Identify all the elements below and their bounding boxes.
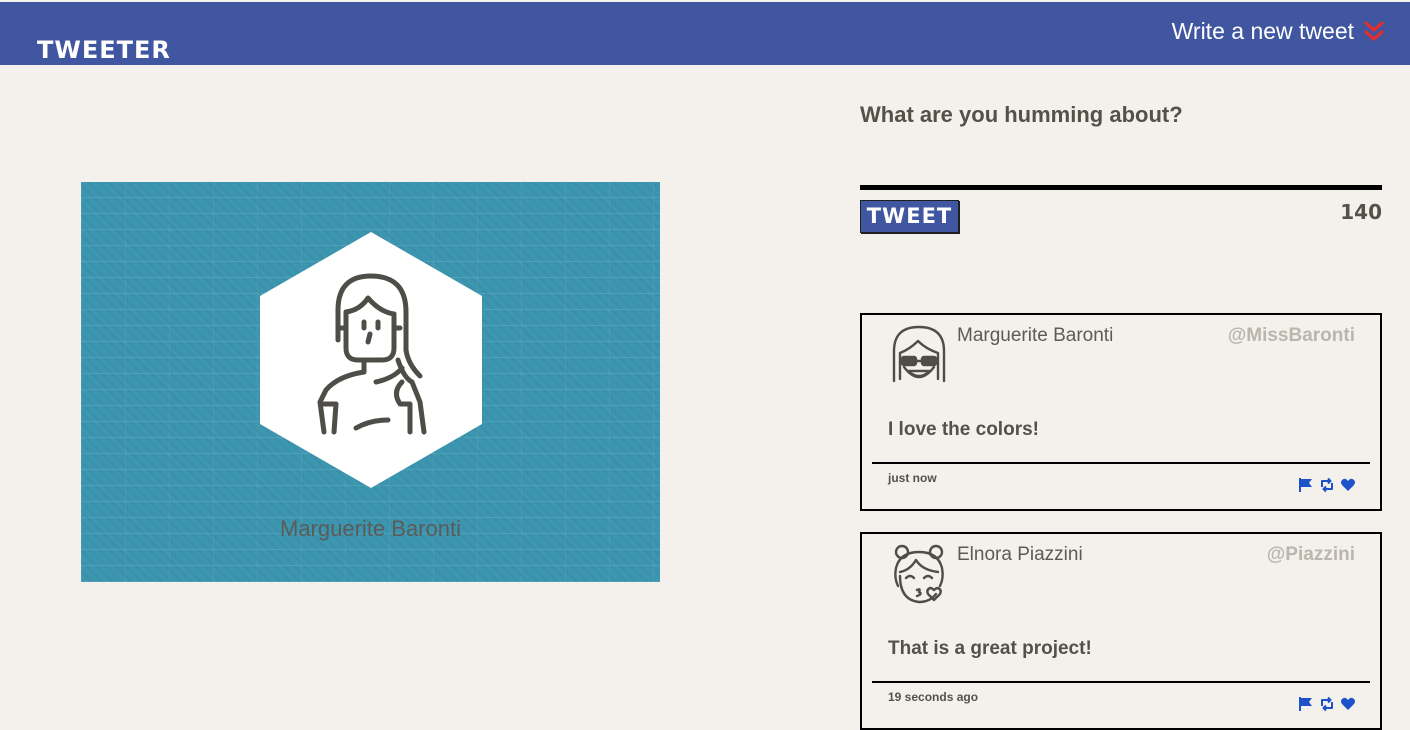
tweet-divider	[872, 462, 1370, 464]
tweet-actions	[1298, 696, 1356, 712]
tweet-card: Elnora Piazzini @Piazzini That is a grea…	[860, 532, 1382, 730]
user-avatar	[892, 325, 946, 383]
compose-section: What are you humming about? TWEET 140	[860, 100, 1382, 233]
profile-avatar	[260, 232, 482, 488]
tweet-divider	[872, 681, 1370, 683]
tweet-author-handle: @Piazzini	[1266, 544, 1355, 565]
tweet-actions	[1298, 477, 1356, 493]
tweet-timestamp: 19 seconds ago	[888, 690, 979, 704]
user-avatar	[894, 544, 944, 604]
profile-card: Marguerite Baronti	[81, 182, 660, 582]
tweet-text: I love the colors!	[888, 419, 1039, 440]
tweet-card: Marguerite Baronti @MissBaronti I love t…	[860, 313, 1382, 511]
tweet-submit-button[interactable]: TWEET	[860, 200, 959, 233]
write-new-tweet-button[interactable]: Write a new tweet	[1172, 18, 1386, 45]
tweet-text: That is a great project!	[888, 638, 1092, 659]
heart-icon[interactable]	[1340, 696, 1356, 712]
tweet-timestamp: just now	[888, 471, 937, 485]
tweet-text-input[interactable]	[860, 145, 1382, 190]
profile-name: Marguerite Baronti	[280, 516, 461, 541]
character-counter: 140	[1340, 200, 1382, 224]
flag-icon[interactable]	[1298, 477, 1314, 493]
compose-prompt: What are you humming about?	[860, 102, 1183, 127]
retweet-icon[interactable]	[1319, 696, 1335, 712]
tweet-author-name: Elnora Piazzini	[957, 544, 1083, 565]
tweet-author-handle: @MissBaronti	[1227, 325, 1355, 346]
double-chevron-down-icon[interactable]	[1362, 19, 1386, 45]
brand-logo[interactable]: TWEETER	[37, 36, 171, 64]
write-new-tweet-label[interactable]: Write a new tweet	[1172, 18, 1354, 45]
flag-icon[interactable]	[1298, 696, 1314, 712]
top-nav: TWEETER Write a new tweet	[0, 2, 1410, 65]
tweet-author-name: Marguerite Baronti	[957, 325, 1114, 346]
retweet-icon[interactable]	[1319, 477, 1335, 493]
heart-icon[interactable]	[1340, 477, 1356, 493]
